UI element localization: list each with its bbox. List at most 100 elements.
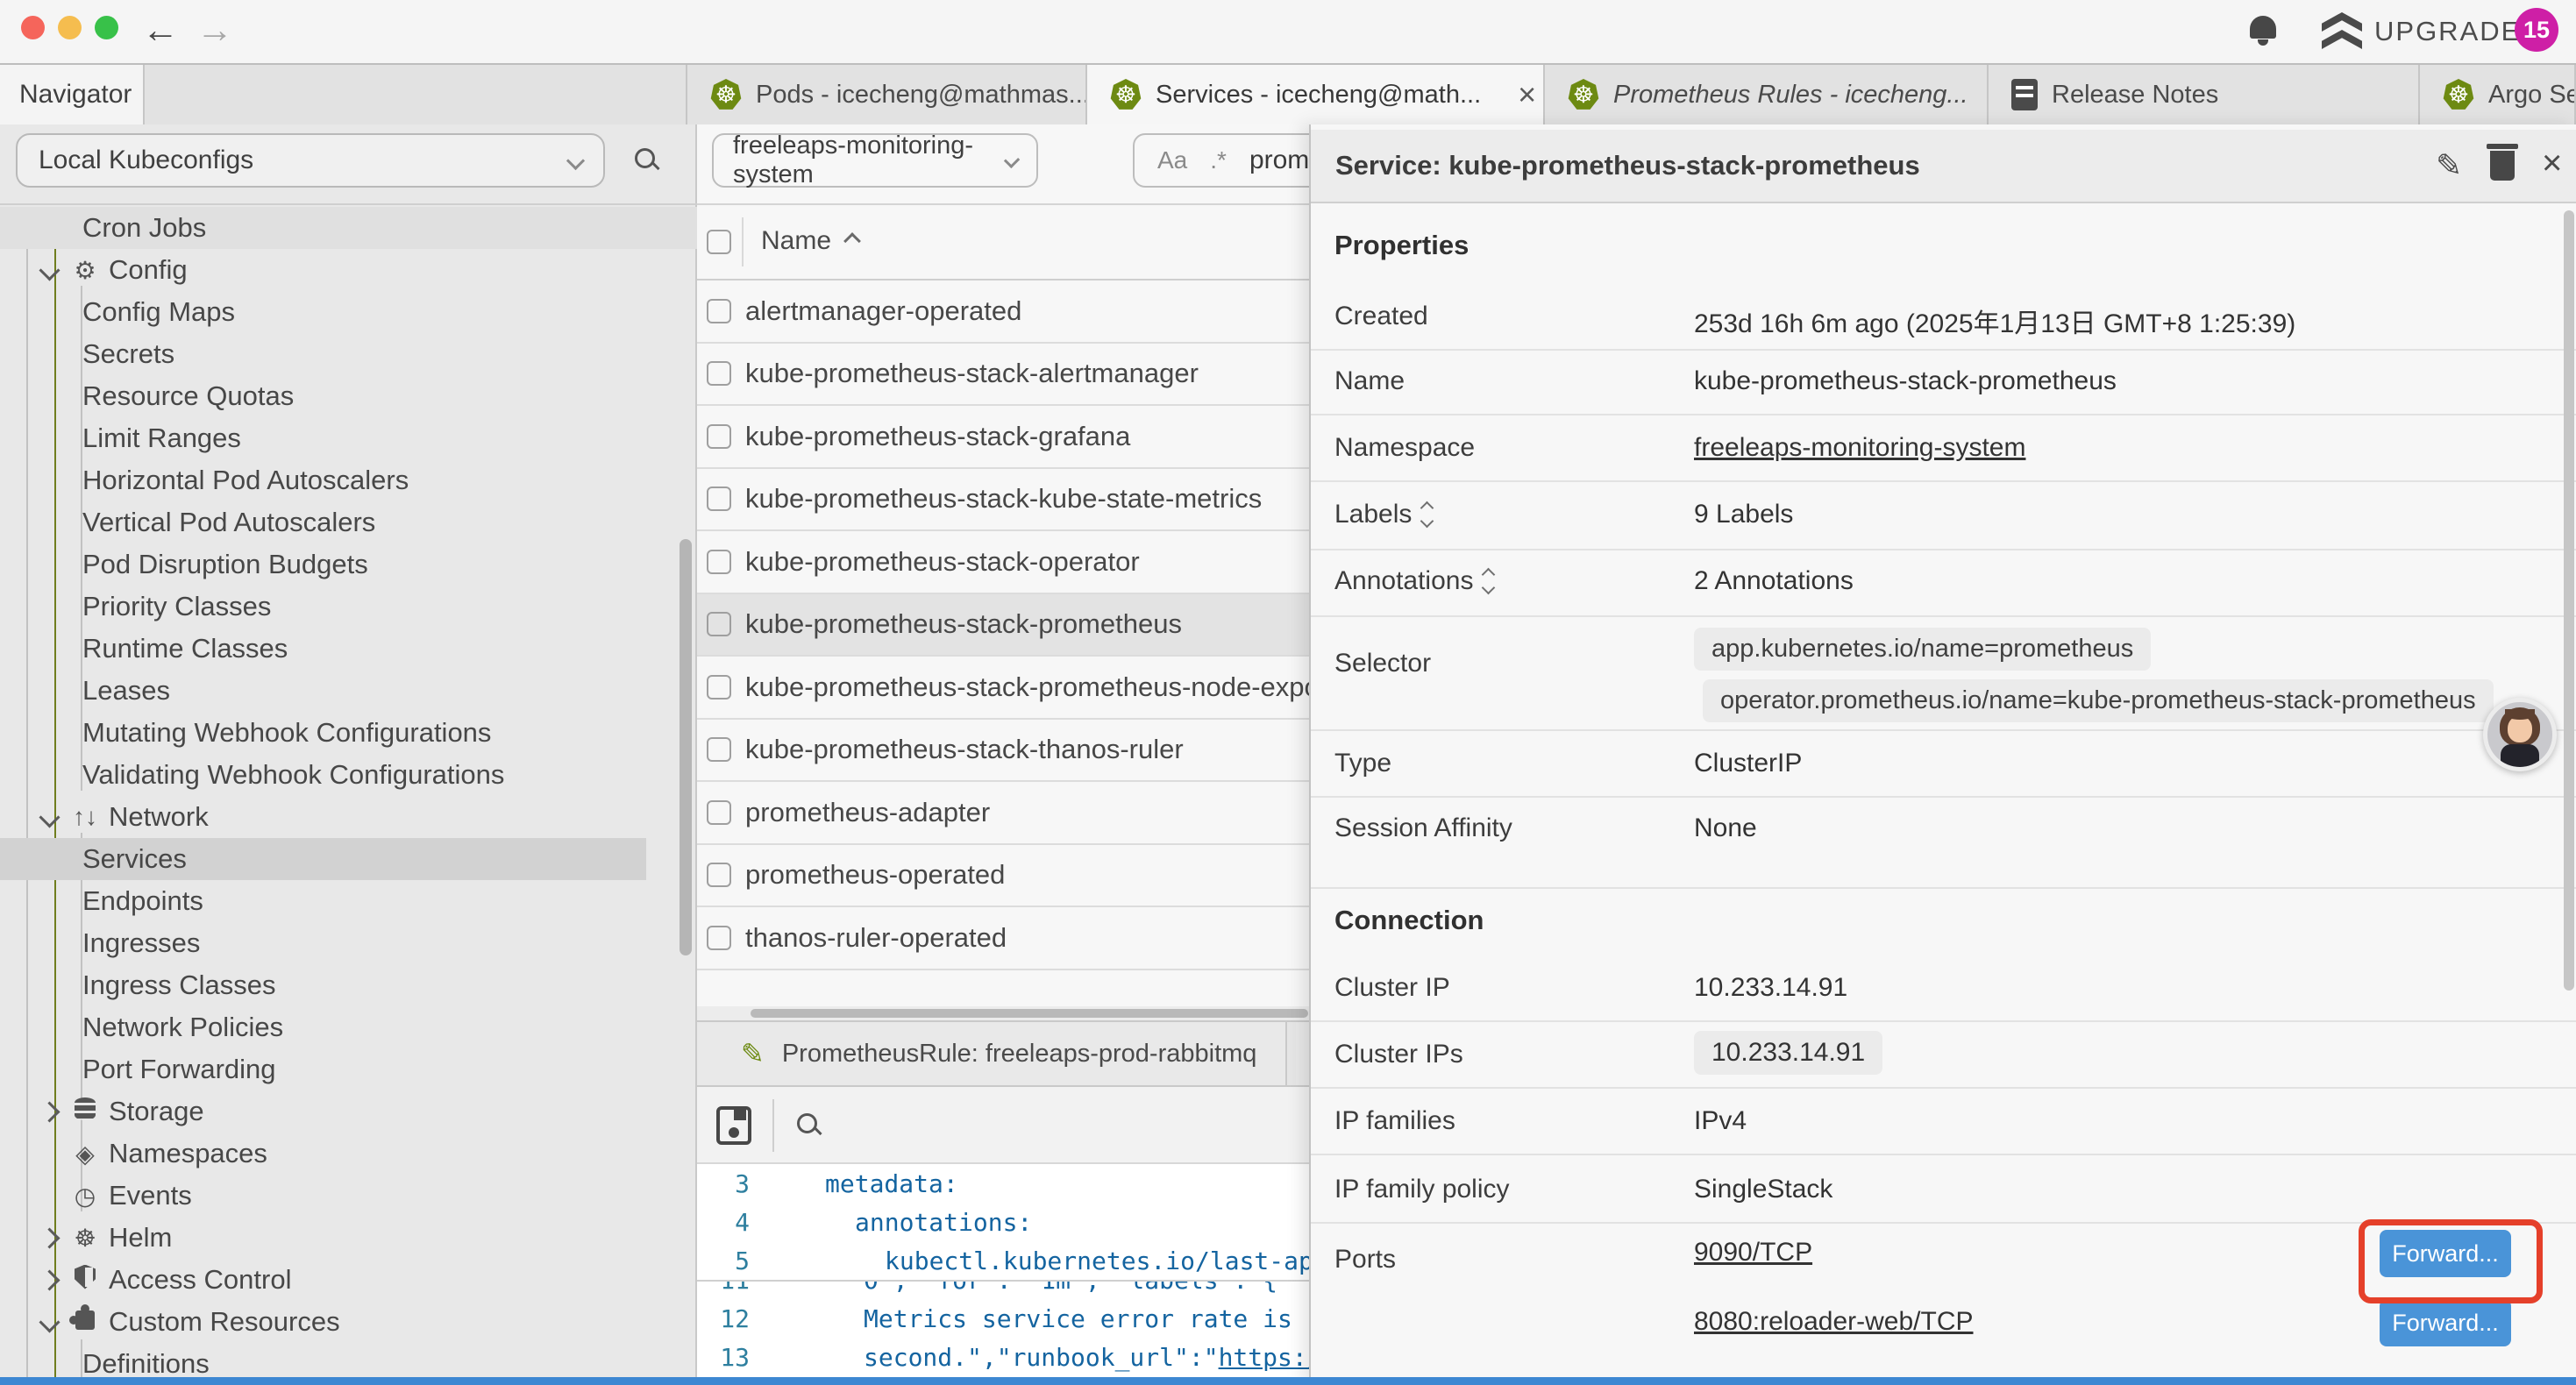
column-header-name[interactable]: Name	[761, 226, 831, 256]
row-checkbox[interactable]	[707, 612, 731, 636]
traffic-light-minimize-icon[interactable]	[58, 16, 82, 39]
scrollbar-thumb[interactable]	[751, 1009, 1308, 1018]
sidebar-item-network[interactable]: ↑↓Network	[0, 796, 697, 838]
sidebar-item-events[interactable]: ◷Events	[0, 1175, 697, 1217]
forward-button[interactable]: Forward...	[2380, 1299, 2511, 1346]
traffic-light-maximize-icon[interactable]	[95, 16, 118, 39]
sidebar-item-config[interactable]: ⚙Config	[0, 249, 697, 291]
sort-toggle-icon[interactable]	[1484, 570, 1493, 593]
table-row[interactable]: kube-prometheus-stack-kube-state-metrics	[697, 469, 1403, 532]
row-checkbox[interactable]	[707, 926, 731, 950]
table-row[interactable]: kube-prometheus-stack-grafana	[697, 406, 1403, 469]
sidebar-item-label: Ingresses	[82, 927, 200, 959]
sidebar-item-vertical-pod-autoscalers[interactable]: Vertical Pod Autoscalers	[0, 501, 697, 543]
tab-services[interactable]: ☸Services - icecheng@math...×	[1087, 65, 1545, 124]
table-row[interactable]: kube-prometheus-stack-operator	[697, 531, 1403, 594]
table-row[interactable]: kube-prometheus-stack-prometheus	[697, 594, 1403, 657]
sidebar-item-helm[interactable]: ☸Helm	[0, 1217, 697, 1259]
sidebar-item-runtime-classes[interactable]: Runtime Classes	[0, 628, 697, 670]
sidebar-item-pod-disruption-budgets[interactable]: Pod Disruption Budgets	[0, 543, 697, 586]
sidebar-item-limit-ranges[interactable]: Limit Ranges	[0, 417, 697, 459]
shield-icon	[68, 1265, 102, 1296]
back-icon[interactable]: ←	[142, 7, 179, 53]
trash-icon[interactable]	[2490, 151, 2515, 181]
sidebar-item-ingress-classes[interactable]: Ingress Classes	[0, 964, 697, 1006]
traffic-light-close-icon[interactable]	[21, 16, 45, 39]
chevron-down-icon[interactable]	[39, 806, 60, 827]
upgrade-button[interactable]: UPGRADE	[2374, 16, 2521, 47]
table-row[interactable]: kube-prometheus-stack-alertmanager	[697, 344, 1403, 407]
detail-value: kube-prometheus-stack-prometheus	[1694, 366, 2117, 396]
save-icon[interactable]	[716, 1106, 751, 1145]
match-case-toggle[interactable]: Aa	[1157, 146, 1187, 174]
sidebar-item-access-control[interactable]: Access Control	[0, 1259, 697, 1301]
tab-prometheus[interactable]: ☸Prometheus Rules - icecheng...	[1545, 65, 1989, 124]
row-checkbox[interactable]	[707, 487, 731, 511]
sidebar-item-namespaces[interactable]: ◈Namespaces	[0, 1133, 697, 1175]
namespace-link[interactable]: freeleaps-monitoring-system	[1694, 433, 2025, 463]
tab-release[interactable]: Release Notes	[1989, 65, 2420, 124]
sidebar-item-resource-quotas[interactable]: Resource Quotas	[0, 375, 697, 417]
table-horizontal-scrollbar[interactable]	[697, 1006, 1403, 1020]
sidebar-item-network-policies[interactable]: Network Policies	[0, 1006, 697, 1048]
sidebar-item-cron-jobs[interactable]: Cron Jobs	[0, 207, 697, 249]
row-checkbox[interactable]	[707, 299, 731, 323]
bell-icon[interactable]	[2250, 16, 2276, 39]
chevron-right-icon[interactable]	[39, 1227, 60, 1248]
regex-toggle[interactable]: .*	[1210, 146, 1227, 174]
sidebar-item-services[interactable]: Services	[0, 838, 646, 880]
port-link[interactable]: 8080:reloader-web/TCP	[1694, 1307, 1974, 1337]
sort-toggle-icon[interactable]	[1422, 503, 1432, 526]
detail-scrollbar[interactable]	[2564, 210, 2574, 991]
sidebar-item-mutating-webhook-configurations[interactable]: Mutating Webhook Configurations	[0, 712, 697, 754]
avatar[interactable]	[2483, 698, 2557, 771]
sidebar-item-config-maps[interactable]: Config Maps	[0, 291, 697, 333]
chevron-right-icon[interactable]	[39, 1269, 60, 1290]
sidebar-search-icon[interactable]	[633, 146, 659, 173]
edit-icon[interactable]: ✎	[2436, 147, 2462, 184]
editor-tab-prometheusrule[interactable]: ✎ PrometheusRule: freeleaps-prod-rabbitm…	[697, 1022, 1287, 1085]
row-checkbox[interactable]	[707, 863, 731, 887]
sort-asc-icon[interactable]	[843, 232, 861, 250]
sidebar-item-custom-resources[interactable]: Custom Resources	[0, 1301, 697, 1343]
sidebar-item-leases[interactable]: Leases	[0, 670, 697, 712]
table-row[interactable]: prometheus-operated	[697, 845, 1403, 908]
row-checkbox[interactable]	[707, 675, 731, 700]
sidebar-scrollbar[interactable]	[680, 539, 692, 955]
chevron-down-icon[interactable]	[39, 1311, 60, 1332]
sidebar-item-horizontal-pod-autoscalers[interactable]: Horizontal Pod Autoscalers	[0, 459, 697, 501]
sidebar-item-priority-classes[interactable]: Priority Classes	[0, 586, 697, 628]
tab-pods[interactable]: ☸Pods - icecheng@mathmas...	[686, 65, 1087, 124]
row-checkbox[interactable]	[707, 550, 731, 574]
table-row[interactable]: thanos-ruler-operated	[697, 907, 1403, 970]
divider	[772, 1099, 774, 1152]
sidebar-item-ingresses[interactable]: Ingresses	[0, 922, 697, 964]
row-checkbox[interactable]	[707, 737, 731, 762]
sidebar-item-validating-webhook-configurations[interactable]: Validating Webhook Configurations	[0, 754, 697, 796]
select-all-checkbox[interactable]	[707, 230, 731, 254]
close-icon[interactable]: ×	[1518, 79, 1536, 110]
sidebar-item-endpoints[interactable]: Endpoints	[0, 880, 697, 922]
sidebar-item-port-forwarding[interactable]: Port Forwarding	[0, 1048, 697, 1090]
editor-search-icon[interactable]	[795, 1112, 822, 1138]
namespace-select[interactable]: freeleaps-monitoring-system	[712, 133, 1038, 188]
port-link[interactable]: 9090/TCP	[1694, 1238, 1812, 1268]
notification-badge[interactable]: 15	[2515, 8, 2558, 52]
close-icon[interactable]: ×	[2542, 144, 2562, 183]
yaml-editor[interactable]: 3metadata:4annotations:5kubectl.kubernet…	[697, 1164, 1403, 1385]
chevron-right-icon[interactable]	[39, 1101, 60, 1122]
chevron-down-icon[interactable]	[39, 259, 60, 281]
kubeconfig-select[interactable]: Local Kubeconfigs	[16, 133, 605, 188]
table-row[interactable]: alertmanager-operated	[697, 281, 1403, 344]
tab-navigator[interactable]: Navigator	[0, 65, 145, 124]
table-row[interactable]: kube-prometheus-stack-thanos-ruler	[697, 720, 1403, 783]
row-checkbox[interactable]	[707, 800, 731, 825]
row-checkbox[interactable]	[707, 424, 731, 449]
sidebar-item-secrets[interactable]: Secrets	[0, 333, 697, 375]
row-checkbox[interactable]	[707, 361, 731, 386]
table-row[interactable]: prometheus-adapter	[697, 782, 1403, 845]
tab-argo[interactable]: ☸Argo Se	[2420, 65, 2576, 124]
table-row[interactable]: kube-prometheus-stack-prometheus-node-ex…	[697, 657, 1403, 720]
forward-icon[interactable]: →	[196, 7, 233, 53]
sidebar-item-storage[interactable]: Storage	[0, 1090, 697, 1133]
